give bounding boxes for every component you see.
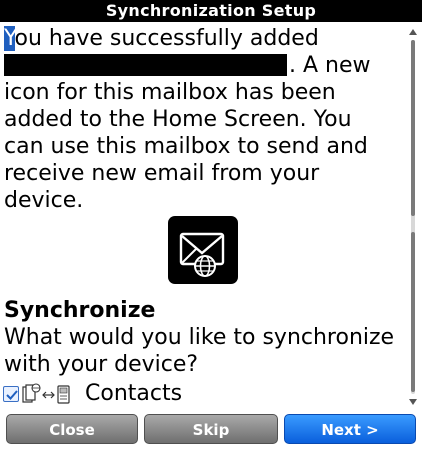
sync-option-contacts[interactable]: Contacts — [3, 380, 182, 408]
content-area: You have successfully added . A new icon… — [0, 22, 404, 408]
question-line-1: What would you like to synchronize — [4, 325, 395, 350]
mailbox-envelope-globe-icon — [168, 216, 238, 284]
skip-button[interactable]: Skip — [144, 414, 278, 444]
synchronize-heading: Synchronize — [4, 298, 156, 323]
close-button[interactable]: Close — [6, 414, 138, 444]
device-sync-handheld-icon — [22, 383, 70, 404]
button-bar: Close Skip Next > — [0, 410, 422, 450]
contacts-checkbox[interactable] — [3, 386, 19, 402]
window-title: Synchronization Setup — [0, 0, 422, 22]
scroll-up-arrow-icon[interactable] — [408, 28, 418, 36]
scroll-down-arrow-icon[interactable] — [408, 398, 418, 406]
text-cursor: Y — [4, 26, 15, 51]
contacts-label: Contacts — [85, 381, 183, 406]
message-line-1-rest: ou have successfully added — [14, 26, 319, 51]
message-line-4: added to the Home Screen. You — [4, 107, 352, 132]
success-message: You have successfully added . A new icon… — [4, 25, 404, 214]
message-line-2-tail: . A new — [289, 53, 371, 78]
message-line-7: device. — [4, 188, 84, 213]
question-line-2: with your device? — [4, 352, 199, 377]
message-line-3: icon for this mailbox has been — [4, 80, 336, 105]
synchronize-question: What would you like to synchronize with … — [4, 324, 404, 378]
message-line-2: . A new — [4, 52, 404, 79]
message-line-6: receive new email from your — [4, 161, 320, 186]
scroll-thumb[interactable] — [411, 40, 415, 216]
next-button[interactable]: Next > — [284, 414, 416, 444]
message-line-1: You have successfully added — [4, 25, 404, 52]
message-line-5: can use this mailbox to send and — [4, 134, 368, 159]
scroll-thumb-lower[interactable] — [411, 232, 415, 392]
scrollbar[interactable] — [406, 26, 420, 408]
redacted-email-address — [4, 54, 287, 76]
